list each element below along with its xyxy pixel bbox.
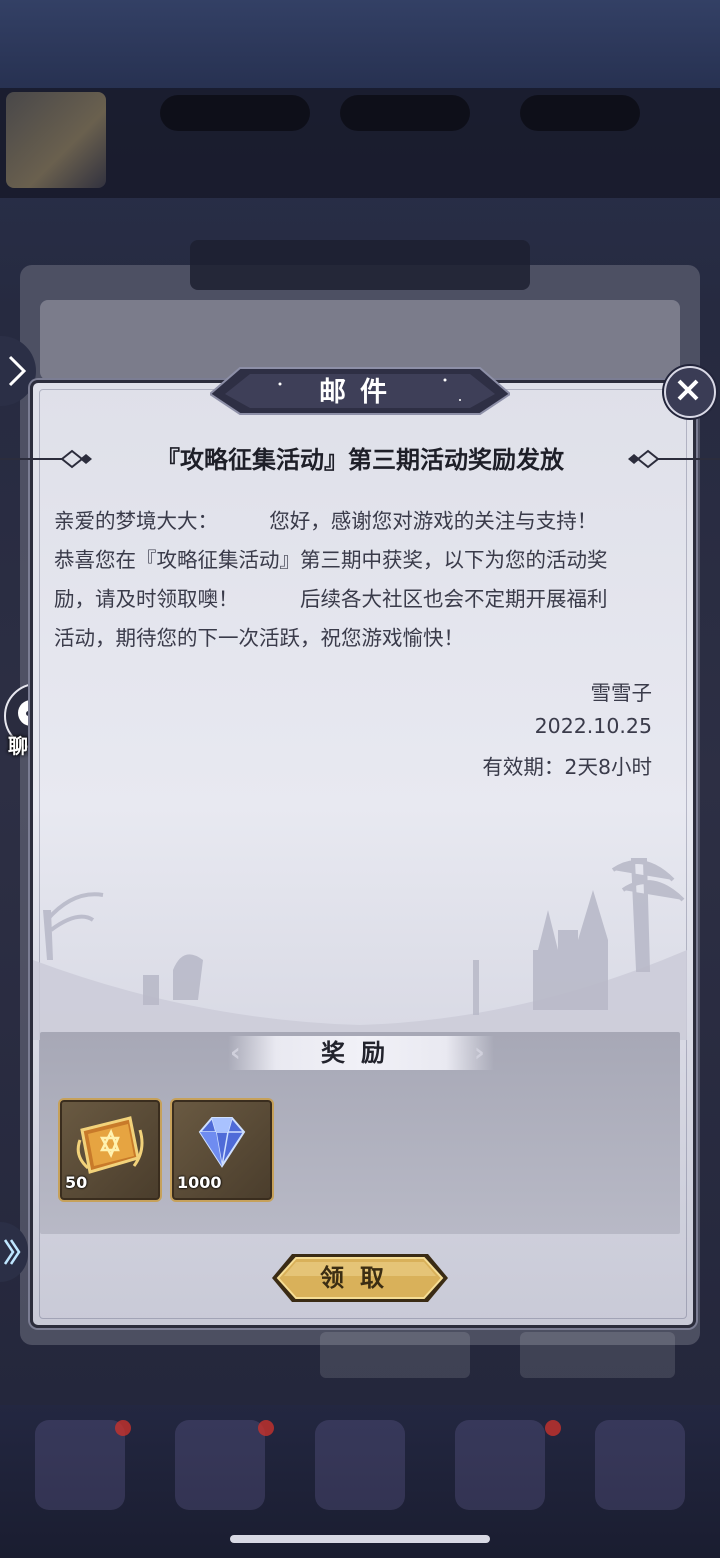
notification-dot (115, 1420, 131, 1436)
reward-count: 50 (65, 1173, 88, 1192)
mail-list-title-dimmed (190, 240, 530, 290)
nav-icon-4 (455, 1420, 545, 1510)
chevron-right-icon: › (474, 1038, 485, 1068)
reward-item-diamond[interactable]: 1000 (170, 1098, 274, 1202)
player-avatar (6, 92, 106, 188)
mail-validity: 有效期：2天8小时 (482, 755, 652, 779)
notification-dot (258, 1420, 274, 1436)
mail-body-line: 恭喜您在『攻略征集活动』第三期中获奖，以下为您的活动奖 (54, 548, 608, 572)
nav-icon-3 (315, 1420, 405, 1510)
castle-silhouette-decor (33, 858, 687, 1040)
resource-pill-stamina (160, 95, 310, 131)
close-button[interactable] (664, 366, 716, 418)
title-ornament-left (0, 449, 92, 469)
mail-body-line: 亲爱的梦境大大： 您好，感谢您对游戏的关注与支持！ (54, 509, 598, 533)
diamond-icon (198, 1117, 246, 1168)
nav-icon-5 (595, 1420, 685, 1510)
resource-pill-diamond (520, 95, 640, 131)
reward-header: 奖励 (321, 1039, 401, 1067)
mail-subject: 『攻略征集活动』第三期活动奖励发放 (156, 446, 564, 474)
dialog-title: 邮件 (319, 377, 401, 408)
mail-body-line: 活动，期待您的下一次活跃，祝您游戏愉快！ (54, 626, 464, 650)
mail-body-line: 励，请及时领取噢！ 后续各大社区也会不定期开展福利 (54, 587, 608, 611)
claim-button[interactable]: 领取 (270, 1252, 450, 1304)
title-ornament-right (628, 449, 720, 469)
mail-sender: 雪雪子 (590, 681, 653, 705)
chevron-right-icon (8, 355, 27, 387)
close-icon (677, 379, 699, 401)
claim-button-label: 领取 (320, 1263, 400, 1292)
resource-pill-gold (340, 95, 470, 131)
bg-claim-all-button (520, 1332, 675, 1378)
mail-date: 2022.10.25 (534, 714, 652, 738)
home-indicator[interactable] (230, 1535, 490, 1543)
double-chevron-icon (3, 1239, 21, 1265)
reward-item-tome[interactable]: 50 (58, 1098, 162, 1202)
nav-icon-2 (175, 1420, 265, 1510)
bg-delete-read-button (320, 1332, 470, 1378)
golden-tome-icon (76, 1116, 144, 1174)
reward-count: 1000 (177, 1173, 222, 1192)
mail-body: 亲爱的梦境大大： 您好，感谢您对游戏的关注与支持！ 恭喜您在『攻略征集活动』第三… (54, 502, 664, 658)
top-decor (0, 0, 720, 90)
nav-icon-1 (35, 1420, 125, 1510)
notification-dot (545, 1420, 561, 1436)
